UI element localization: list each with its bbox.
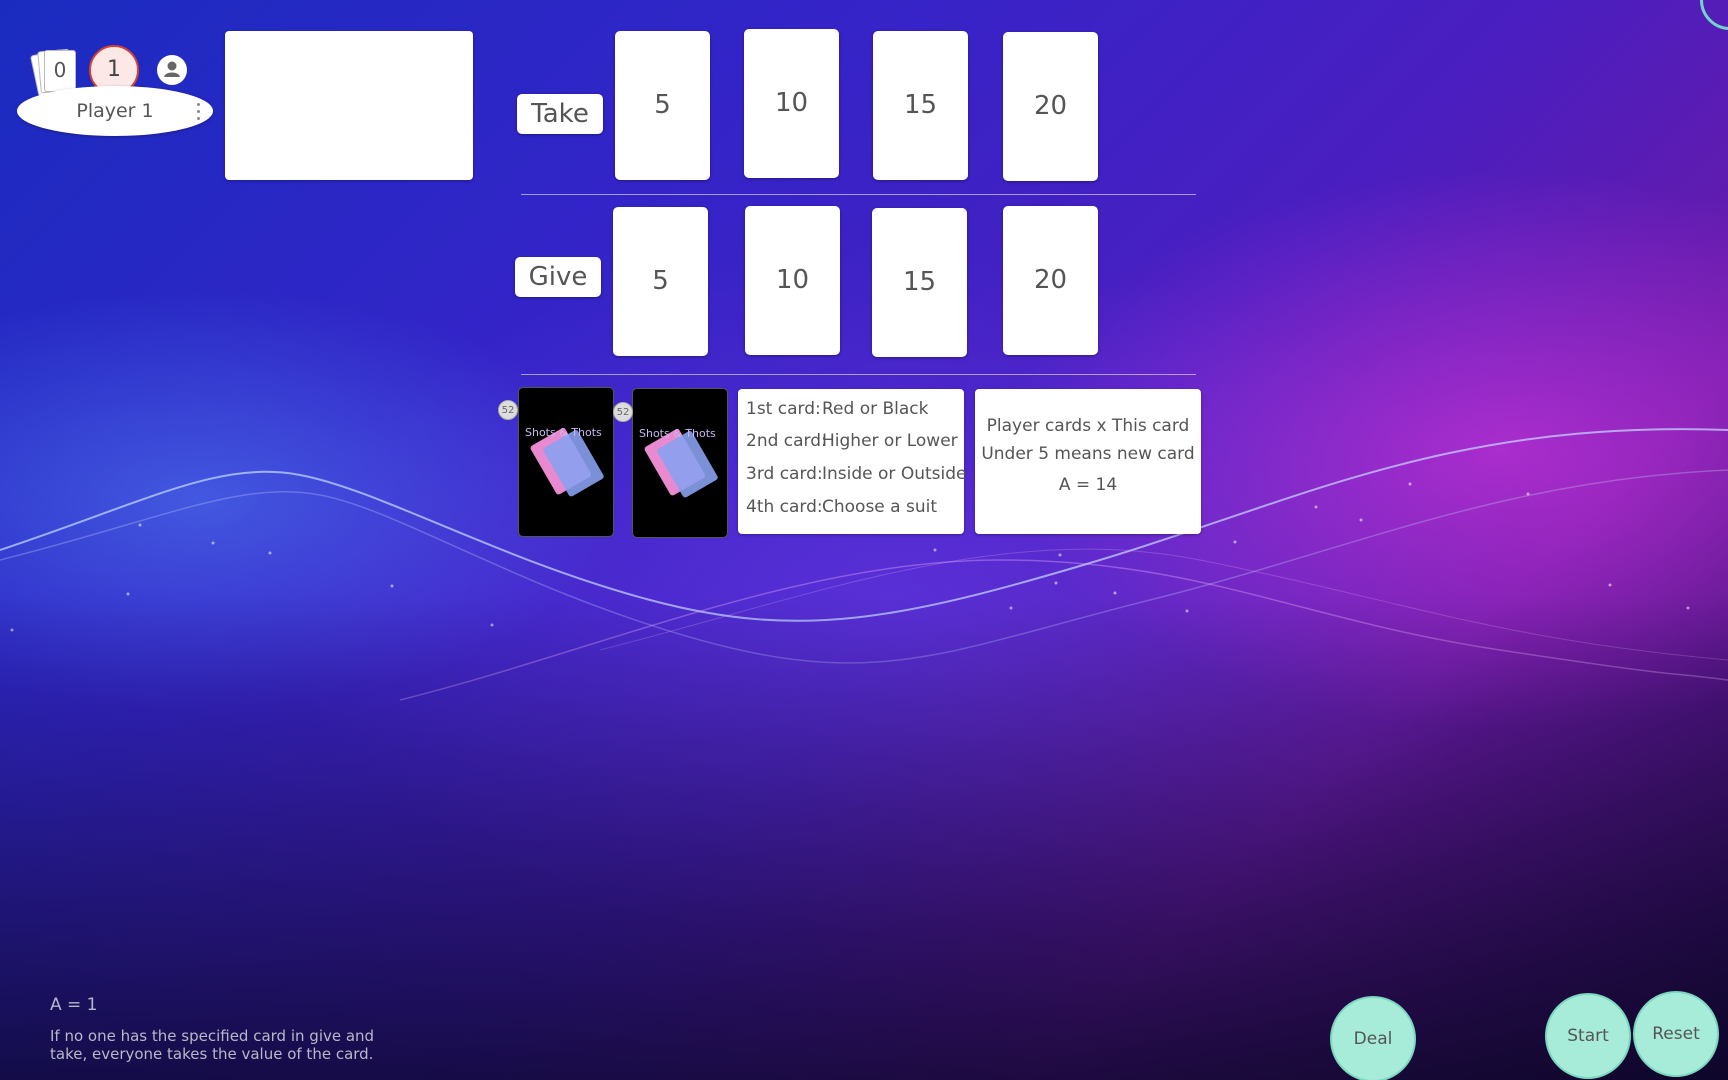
row-divider — [521, 194, 1196, 195]
take-card-15[interactable]: 15 — [873, 31, 968, 180]
deck-count-badge: 52 — [613, 402, 633, 422]
give-label: Give — [515, 257, 601, 297]
rule-value: Higher or Lower — [822, 431, 958, 451]
player-card-count: 0 — [53, 58, 67, 82]
deck-logo-text: Shots & Thots — [525, 426, 602, 439]
take-card-5[interactable]: 5 — [615, 31, 710, 180]
draw-deck[interactable]: Shots & Thots — [518, 387, 614, 537]
player-hand-area[interactable] — [225, 31, 473, 180]
start-button[interactable]: Start — [1545, 993, 1631, 1079]
rule-key: 2nd card: — [746, 431, 827, 451]
deck-logo-text: Shots & Thots — [639, 427, 716, 440]
kebab-menu-icon[interactable] — [197, 103, 201, 121]
rule-key: 3rd card: — [746, 464, 823, 484]
row-divider — [521, 374, 1196, 375]
take-card-10[interactable]: 10 — [744, 29, 839, 178]
give-card-10[interactable]: 10 — [745, 206, 840, 355]
player-name: Player 1 — [76, 100, 154, 122]
rule-value: Inside or Outside — [822, 464, 967, 484]
rule-value: Red or Black — [822, 399, 929, 419]
user-icon — [158, 56, 186, 84]
info-line: Under 5 means new card — [981, 444, 1195, 464]
rule-value: Choose a suit — [822, 497, 938, 517]
rules-panel: 1st card: Red or Black 2nd card: Higher … — [738, 389, 967, 534]
deck-logo-image: Shots & Thots — [525, 426, 604, 497]
give-card-20[interactable]: 20 — [1003, 206, 1098, 355]
scoring-info-panel: Player cards x This card Under 5 means n… — [975, 389, 1201, 534]
give-card-15[interactable]: 15 — [872, 208, 967, 357]
take-card-20[interactable]: 20 — [1003, 32, 1098, 181]
footnote-line: take, everyone takes the value of the ca… — [50, 1045, 374, 1063]
take-label: Take — [517, 94, 603, 134]
discard-deck[interactable]: Shots & Thots — [632, 388, 728, 538]
rule-key: 4th card: — [746, 497, 823, 517]
deal-button[interactable]: Deal — [1330, 996, 1416, 1080]
deck-logo-image: Shots & Thots — [639, 427, 718, 498]
reset-button[interactable]: Reset — [1633, 991, 1719, 1077]
avatar[interactable] — [157, 55, 187, 85]
rule-key: 1st card: — [746, 399, 821, 419]
footnote-line: If no one has the specified card in give… — [50, 1027, 375, 1045]
player-nameplate[interactable]: Player 1 — [17, 86, 213, 136]
ace-note: A = 1 — [50, 995, 98, 1015]
deck-count-badge: 52 — [498, 400, 518, 420]
game-table: 0 1 Player 1 Take 5 10 15 20 Give 5 10 1… — [0, 0, 1728, 1080]
give-card-5[interactable]: 5 — [613, 207, 708, 356]
info-line: A = 14 — [1058, 475, 1118, 495]
info-line: Player cards x This card — [986, 416, 1190, 436]
